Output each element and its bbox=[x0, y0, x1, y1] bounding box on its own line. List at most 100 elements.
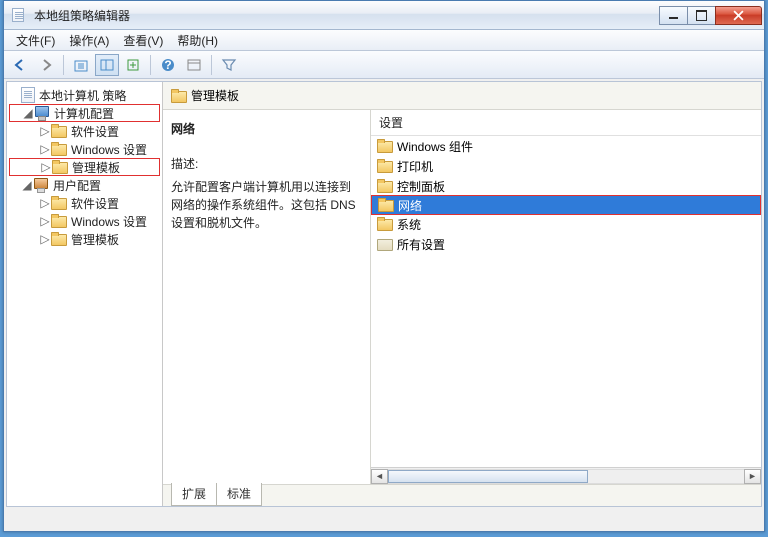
tree-user-config[interactable]: ◢ 用户配置 bbox=[9, 176, 160, 194]
scroll-right-button[interactable]: ► bbox=[744, 469, 761, 484]
menu-file[interactable]: 文件(F) bbox=[10, 30, 61, 51]
desc-text: 允许配置客户端计算机用以连接到网络的操作系统组件。这包括 DNS 设置和脱机文件… bbox=[171, 178, 362, 232]
tree-label: 软件设置 bbox=[71, 195, 119, 212]
close-button[interactable] bbox=[715, 6, 762, 25]
menu-action[interactable]: 操作(A) bbox=[63, 30, 115, 51]
user-icon bbox=[33, 178, 49, 192]
app-window: 本地组策略编辑器 文件(F) 操作(A) 查看(V) 帮助(H) ? ▷本地计算… bbox=[3, 0, 765, 532]
tree-root[interactable]: ▷本地计算机 策略 bbox=[9, 86, 160, 104]
properties-button[interactable] bbox=[182, 54, 206, 76]
tab-standard[interactable]: 标准 bbox=[216, 483, 262, 506]
folder-icon bbox=[377, 139, 393, 153]
desc-label: 描述: bbox=[171, 155, 362, 172]
help-button[interactable]: ? bbox=[156, 54, 180, 76]
policy-icon bbox=[21, 87, 35, 103]
menu-help[interactable]: 帮助(H) bbox=[171, 30, 224, 51]
list-item[interactable]: 控制面板 bbox=[371, 176, 761, 196]
up-button[interactable] bbox=[69, 54, 93, 76]
expand-icon[interactable]: ▷ bbox=[40, 160, 52, 174]
app-icon bbox=[11, 6, 29, 24]
settings-list-pane: 设置 Windows 组件打印机控制面板网络系统所有设置 ◄ ► bbox=[371, 110, 761, 484]
list-item-label: 网络 bbox=[398, 197, 422, 214]
tree-admin-templates[interactable]: ▷ 管理模板 bbox=[9, 158, 160, 176]
description-pane: 网络 描述: 允许配置客户端计算机用以连接到网络的操作系统组件。这包括 DNS … bbox=[163, 110, 371, 484]
titlebar[interactable]: 本地组策略编辑器 bbox=[4, 1, 764, 30]
window-title: 本地组策略编辑器 bbox=[34, 7, 660, 24]
separator-icon bbox=[211, 55, 212, 75]
menu-view[interactable]: 查看(V) bbox=[117, 30, 169, 51]
forward-button[interactable] bbox=[34, 54, 58, 76]
tab-extended[interactable]: 扩展 bbox=[171, 483, 217, 506]
expand-icon[interactable]: ▷ bbox=[39, 124, 51, 138]
expand-icon[interactable]: ▷ bbox=[39, 214, 51, 228]
filter-button[interactable] bbox=[217, 54, 241, 76]
menubar: 文件(F) 操作(A) 查看(V) 帮助(H) bbox=[4, 30, 764, 51]
list-item-label: 系统 bbox=[397, 216, 421, 233]
tree-label: Windows 设置 bbox=[71, 141, 147, 158]
toolbar: ? bbox=[4, 51, 764, 79]
folder-icon bbox=[377, 159, 393, 173]
list-item[interactable]: 打印机 bbox=[371, 156, 761, 176]
list-item[interactable]: 系统 bbox=[371, 214, 761, 234]
window-buttons bbox=[660, 6, 762, 25]
tree-item[interactable]: ▷ Windows 设置 bbox=[9, 140, 160, 158]
details-title: 管理模板 bbox=[191, 87, 239, 104]
all-settings-icon bbox=[377, 237, 393, 251]
list-item[interactable]: Windows 组件 bbox=[371, 136, 761, 156]
back-button[interactable] bbox=[8, 54, 32, 76]
details-pane: 管理模板 网络 描述: 允许配置客户端计算机用以连接到网络的操作系统组件。这包括… bbox=[163, 82, 761, 506]
collapse-icon[interactable]: ◢ bbox=[21, 178, 33, 192]
folder-icon bbox=[51, 196, 67, 210]
folder-icon bbox=[171, 89, 187, 103]
expand-icon[interactable]: ▷ bbox=[39, 142, 51, 156]
tree-label: Windows 设置 bbox=[71, 213, 147, 230]
list-item-label: 打印机 bbox=[397, 158, 433, 175]
tree-item[interactable]: ▷ Windows 设置 bbox=[9, 212, 160, 230]
list-item-label: 所有设置 bbox=[397, 236, 445, 253]
scroll-left-button[interactable]: ◄ bbox=[371, 469, 388, 484]
expand-icon[interactable]: ▷ bbox=[39, 196, 51, 210]
content-area: ▷本地计算机 策略 ◢计算机配置 ▷软件设置 ▷Windows 设置 ▷管理模板… bbox=[6, 81, 762, 507]
folder-icon bbox=[378, 198, 394, 212]
list-item-label: 控制面板 bbox=[397, 178, 445, 195]
tree-item[interactable]: ▷ 管理模板 bbox=[9, 230, 160, 248]
settings-list[interactable]: Windows 组件打印机控制面板网络系统所有设置 bbox=[371, 136, 761, 467]
details-body: 网络 描述: 允许配置客户端计算机用以连接到网络的操作系统组件。这包括 DNS … bbox=[163, 110, 761, 484]
tree-label: 用户配置 bbox=[53, 177, 101, 194]
tree-pane[interactable]: ▷本地计算机 策略 ◢计算机配置 ▷软件设置 ▷Windows 设置 ▷管理模板… bbox=[7, 82, 163, 506]
statusbar bbox=[4, 509, 764, 531]
tree-label: 管理模板 bbox=[72, 159, 120, 176]
tree-label: 计算机配置 bbox=[54, 105, 114, 122]
collapse-icon[interactable]: ◢ bbox=[22, 106, 34, 120]
computer-icon bbox=[34, 106, 50, 120]
maximize-button[interactable] bbox=[687, 6, 716, 25]
desc-heading: 网络 bbox=[171, 120, 362, 137]
export-button[interactable] bbox=[121, 54, 145, 76]
column-header-setting[interactable]: 设置 bbox=[371, 110, 761, 136]
horizontal-scrollbar[interactable]: ◄ ► bbox=[371, 467, 761, 484]
expand-icon[interactable]: ▷ bbox=[39, 232, 51, 246]
minimize-button[interactable] bbox=[659, 6, 688, 25]
folder-icon bbox=[52, 160, 68, 174]
folder-icon bbox=[51, 214, 67, 228]
details-header: 管理模板 bbox=[163, 82, 761, 110]
scroll-thumb[interactable] bbox=[388, 470, 588, 483]
view-tabs: 扩展 标准 bbox=[163, 484, 761, 506]
tree-item[interactable]: ▷ 软件设置 bbox=[9, 194, 160, 212]
list-item[interactable]: 网络 bbox=[371, 195, 761, 215]
tree-label: 软件设置 bbox=[71, 123, 119, 140]
folder-icon bbox=[377, 217, 393, 231]
list-item[interactable]: 所有设置 bbox=[371, 234, 761, 254]
tree-root-label: 本地计算机 策略 bbox=[39, 87, 126, 104]
tree-label: 管理模板 bbox=[71, 231, 119, 248]
scroll-track[interactable] bbox=[388, 469, 744, 484]
folder-icon bbox=[51, 232, 67, 246]
tree-item[interactable]: ▷ 软件设置 bbox=[9, 122, 160, 140]
list-item-label: Windows 组件 bbox=[397, 138, 473, 155]
show-hide-tree-button[interactable] bbox=[95, 54, 119, 76]
tree-computer-config[interactable]: ◢ 计算机配置 bbox=[9, 104, 160, 122]
svg-text:?: ? bbox=[164, 58, 171, 72]
separator-icon bbox=[63, 55, 64, 75]
folder-icon bbox=[51, 142, 67, 156]
folder-icon bbox=[51, 124, 67, 138]
